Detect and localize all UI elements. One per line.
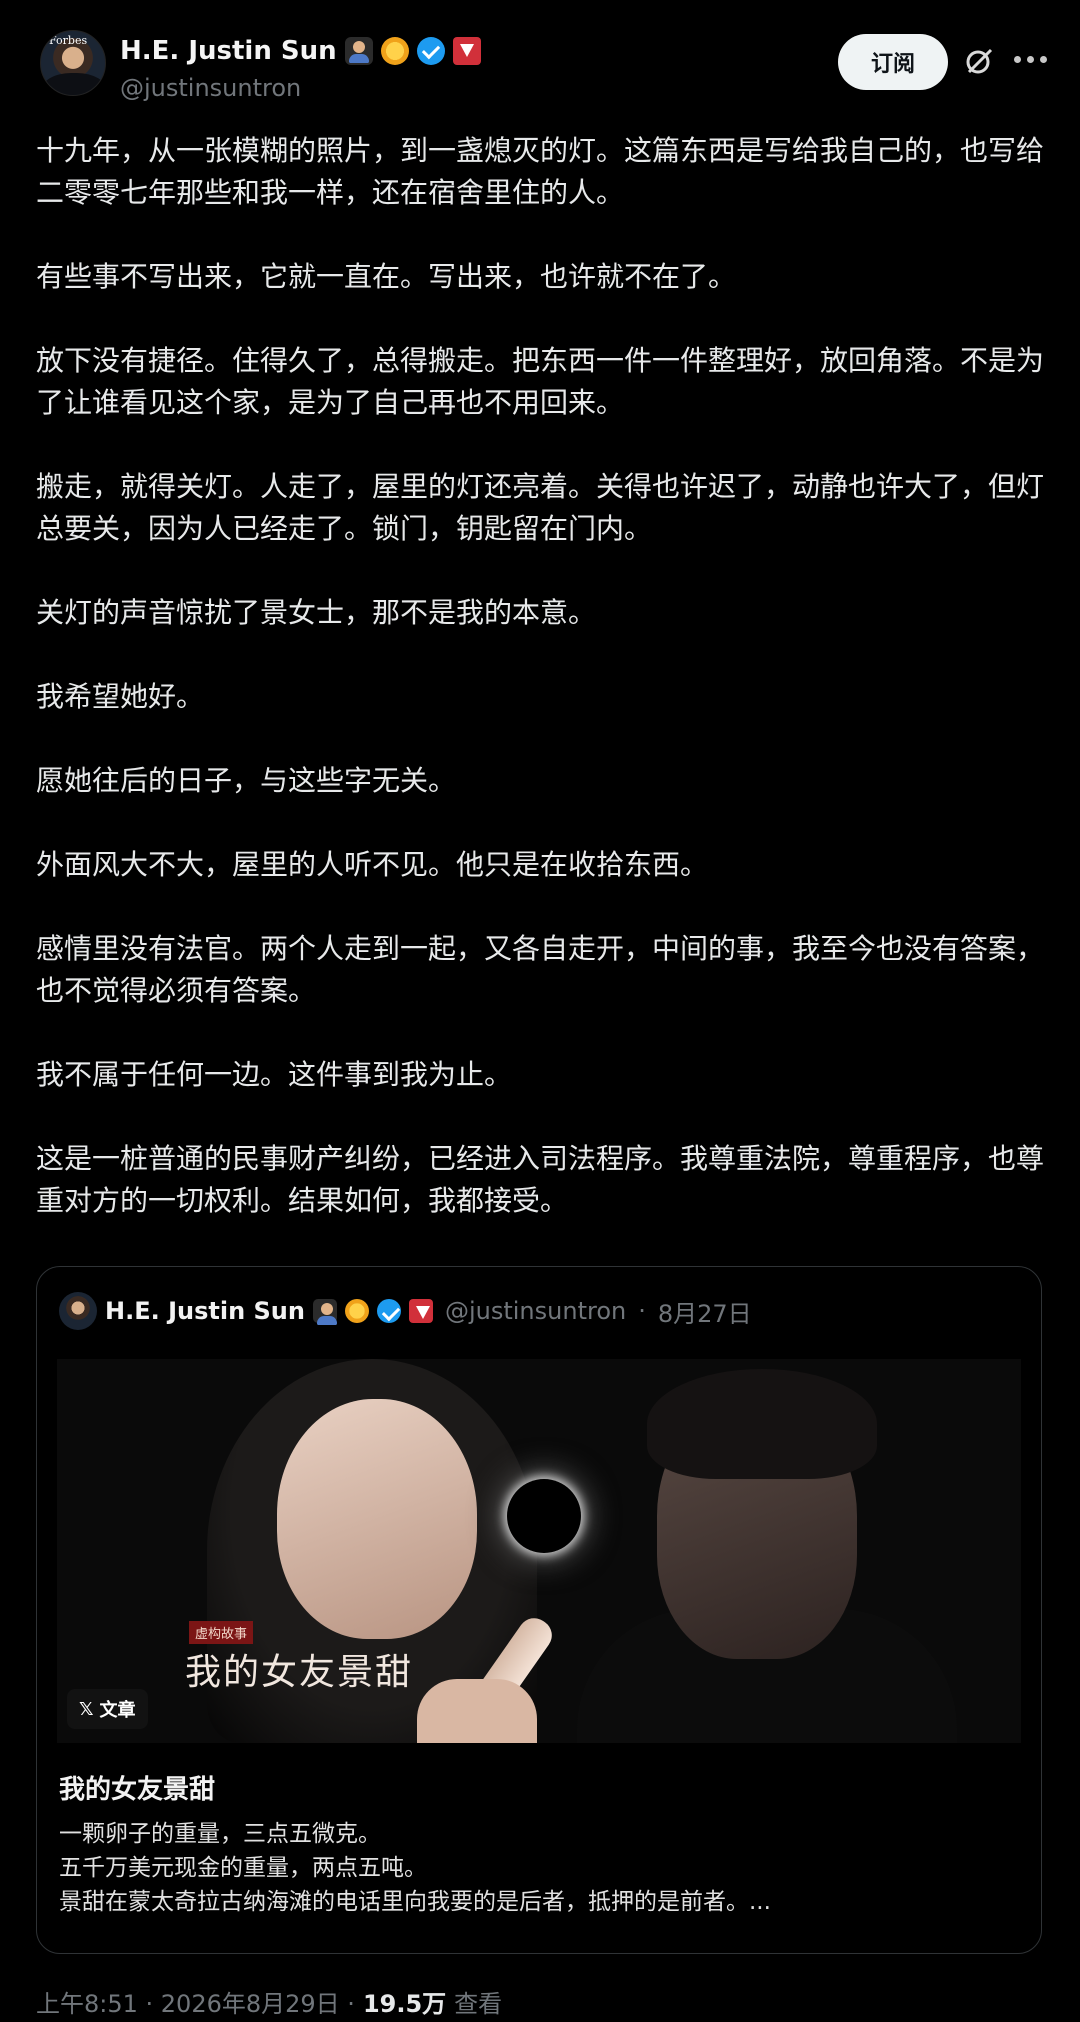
post-paragraph: 放下没有捷径。住得久了，总得搬走。把东西一件一件整理好，放回角落。不是为了让谁看… — [36, 344, 1045, 419]
post-header: Forbes H.E. Justin Sun @justinsuntron 订阅 — [0, 0, 1080, 118]
post-paragraph: 这是一桩普通的民事财产纠纷，已经进入司法程序。我尊重法院，尊重程序，也尊重对方的… — [36, 1142, 1045, 1217]
avatar-forbes-text: Forbes — [49, 34, 88, 47]
subscribe-button[interactable]: 订阅 — [838, 34, 948, 90]
sun-emoji-icon — [344, 1299, 369, 1323]
sun-emoji-icon — [380, 37, 409, 65]
grok-icon[interactable] — [964, 46, 994, 76]
woman-face-shape — [277, 1399, 477, 1639]
excerpt-line: 一颗卵子的重量，三点五微克。 — [59, 1821, 381, 1847]
dot — [1027, 56, 1034, 63]
article-excerpt: 一颗卵子的重量，三点五微克。 五千万美元现金的重量，两点五吨。 景甜在蒙太奇拉古… — [59, 1817, 1019, 1919]
avatar-suit — [41, 73, 105, 95]
post-paragraph: 外面风大不大，屋里的人听不见。他只是在收拾东西。 — [36, 848, 709, 881]
author-handle[interactable]: @justinsuntron — [120, 74, 301, 102]
quoted-author-name[interactable]: H.E. Justin Sun — [105, 1297, 305, 1325]
hand-shape — [417, 1679, 537, 1743]
quoted-post-date[interactable]: 8月27日 — [658, 1294, 752, 1329]
dot — [1040, 56, 1047, 63]
verified-badge-icon[interactable] — [416, 37, 445, 65]
post-paragraph: 十九年，从一张模糊的照片，到一盏熄灭的灯。这篇东西是写给我自己的，也写给二零零七… — [36, 134, 1045, 209]
post-meta-row: 上午8:51 · 2026年8月29日 · 19.5万 查看 — [36, 1984, 502, 2019]
article-badge-label: 文章 — [99, 1700, 136, 1721]
excerpt-line: 五千万美元现金的重量，两点五吨。 — [59, 1855, 427, 1881]
article-cover-image[interactable]: 虚构故事 我的女友景甜 𝕏 文章 — [57, 1359, 1021, 1743]
excerpt-line: 景甜在蒙太奇拉古纳海滩的电话里向我要的是后者，抵押的是前者。... — [59, 1889, 771, 1915]
quoted-post-header: H.E. Justin Sun @justinsuntron · 8月27日 — [59, 1291, 752, 1331]
article-badge: 𝕏 文章 — [67, 1689, 148, 1729]
person-emoji-icon — [344, 37, 373, 65]
tron-logo-icon[interactable] — [452, 37, 481, 65]
author-avatar[interactable]: Forbes — [40, 30, 106, 96]
dot — [1014, 56, 1021, 63]
separator-dot: · — [638, 1297, 646, 1325]
more-options-icon[interactable] — [1014, 56, 1050, 66]
article-title[interactable]: 我的女友景甜 — [59, 1769, 215, 1806]
post-paragraph: 有些事不写出来，它就一直在。写出来，也许就不在了。 — [36, 260, 737, 293]
author-name-row: H.E. Justin Sun — [120, 36, 481, 66]
man-hair-shape — [647, 1369, 877, 1479]
post-paragraph: 我不属于任何一边。这件事到我为止。 — [36, 1058, 513, 1091]
quoted-author-avatar[interactable] — [59, 1292, 97, 1330]
quoted-author-handle[interactable]: @justinsuntron — [445, 1297, 626, 1325]
post-paragraph: 感情里没有法官。两个人走到一起，又各自走开，中间的事，我至今也没有答案，也不觉得… — [36, 932, 1045, 1007]
post-timestamp[interactable]: 上午8:51 · 2026年8月29日 · — [36, 1984, 355, 2019]
view-count: 19.5万 — [362, 1990, 447, 2018]
tron-logo-icon — [408, 1299, 433, 1323]
person-emoji-icon — [312, 1299, 337, 1325]
post-paragraph: 搬走，就得关灯。人走了，屋里的灯还亮着。关得也许迟了，动静也许大了，但灯总要关，… — [36, 470, 1045, 545]
cover-title: 我的女友景甜 — [185, 1652, 414, 1693]
author-display-name[interactable]: H.E. Justin Sun — [120, 36, 337, 66]
x-logo-icon: 𝕏 — [79, 1698, 94, 1720]
view-label: 查看 — [454, 1990, 503, 2018]
verified-badge-icon — [376, 1299, 401, 1323]
cover-fiction-tag: 虚构故事 — [189, 1621, 254, 1644]
post-paragraph: 愿她往后的日子，与这些字无关。 — [36, 764, 457, 797]
eclipse-graphic — [507, 1479, 581, 1553]
quoted-post-card[interactable]: H.E. Justin Sun @justinsuntron · 8月27日 虚… — [36, 1266, 1042, 1954]
post-paragraph: 关灯的声音惊扰了景女士，那不是我的本意。 — [36, 596, 597, 629]
post-body: 十九年，从一张模糊的照片，到一盏熄灭的灯。这篇东西是写给我自己的，也写给二零零七… — [36, 130, 1046, 1222]
post-paragraph: 我希望她好。 — [36, 680, 205, 713]
